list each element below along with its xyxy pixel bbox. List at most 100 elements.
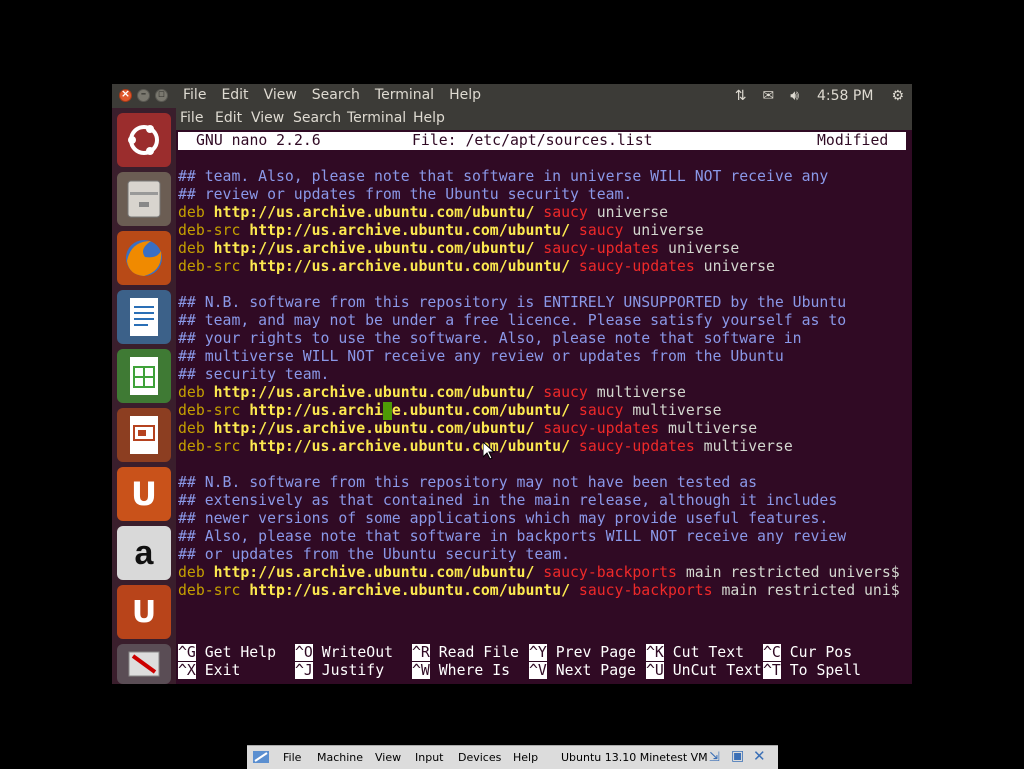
terminal-menu-edit[interactable]: Edit [215, 110, 242, 126]
vbox-menu-view[interactable]: View [375, 751, 401, 764]
source-line: deb http://us.archive.ubuntu.com/ubuntu/… [178, 420, 757, 438]
vm-screen: × – ▫ File Edit View Search Terminal Hel… [112, 84, 912, 684]
components: universe [632, 222, 704, 239]
terminal-view[interactable]: GNU nano 2.2.6 File: /etc/apt/sources.lis… [176, 130, 912, 684]
vbox-menu-machine[interactable]: Machine [317, 751, 363, 764]
shortcut-key: ^W [412, 662, 430, 679]
menu-view[interactable]: View [264, 87, 297, 103]
launcher-firefox[interactable] [117, 231, 171, 285]
source-line: deb-src http://us.archive.ubuntu.com/ubu… [178, 582, 900, 600]
virtualbox-menubar: File Machine View Input Devices Help Ubu… [247, 745, 778, 769]
distribution: saucy-updates [543, 420, 660, 437]
vbox-menu-file[interactable]: File [283, 751, 301, 764]
distribution: saucy-updates [578, 438, 695, 455]
source-line: deb http://us.archive.ubuntu.com/ubuntu/… [178, 384, 686, 402]
maximize-window-button[interactable]: ▫ [155, 87, 168, 102]
shortcut-label: Read File [438, 644, 519, 661]
repo-url: http://us.archive.ubuntu.com/ubuntu/ [213, 204, 535, 221]
ubuntu-one-music-icon: U [131, 594, 157, 630]
launcher-software-updater[interactable] [117, 644, 171, 684]
resize-icon[interactable]: ⇲ [709, 750, 720, 765]
ubuntu-one-icon: U [131, 475, 157, 513]
shortcut-exit[interactable]: ^X Exit [178, 662, 240, 680]
comment-line: ## Also, please note that software in ba… [178, 528, 847, 545]
shortcut-to-spell[interactable]: ^T To Spell [763, 662, 861, 680]
shortcut-key: ^Y [529, 644, 547, 661]
text-cursor [383, 402, 392, 420]
terminal-menu-help[interactable]: Help [413, 110, 445, 126]
menu-edit[interactable]: Edit [221, 87, 248, 103]
shortcut-writeout[interactable]: ^O WriteOut [295, 644, 393, 662]
shortcut-cut-text[interactable]: ^K Cut Text [646, 644, 744, 662]
vbox-menu-input[interactable]: Input [415, 751, 443, 764]
vbox-menu-devices[interactable]: Devices [458, 751, 501, 764]
distribution: saucy-updates [578, 258, 695, 275]
terminal-menu-search[interactable]: Search [293, 110, 341, 126]
comment-line: ## N.B. software from this repository ma… [178, 474, 758, 491]
components: main restricted uni$ [721, 582, 900, 599]
repo-url: http://us.archive.ubuntu.com/ubuntu/ [249, 438, 570, 455]
source-line: deb-src http://us.archive.ubuntu.com/ubu… [178, 222, 704, 240]
comment-line: ## multiverse WILL NOT receive any revie… [178, 348, 784, 365]
shortcut-uncut-text[interactable]: ^U UnCut Text [646, 662, 762, 680]
menu-terminal[interactable]: Terminal [375, 87, 434, 103]
volume-icon[interactable]: 🔊︎ [790, 88, 799, 104]
network-icon[interactable]: ⇅ [735, 88, 747, 104]
comment-line: ## team, and may not be under a free lic… [178, 312, 847, 329]
source-line: deb http://us.archive.ubuntu.com/ubuntu/… [178, 240, 739, 258]
deb-keyword: deb-src [178, 222, 241, 239]
launcher-impress[interactable] [117, 408, 171, 462]
distribution: saucy [543, 204, 588, 221]
launcher-ubuntu-one-music[interactable]: U [117, 585, 171, 639]
shortcut-where-is[interactable]: ^W Where Is [412, 662, 510, 680]
deb-keyword: deb-src [178, 258, 241, 275]
shortcut-label: Exit [204, 662, 241, 679]
shortcut-read-file[interactable]: ^R Read File [412, 644, 519, 662]
components: multiverse [668, 420, 758, 437]
deb-keyword: deb [178, 420, 205, 437]
distribution: saucy-backports [578, 582, 713, 599]
nano-title-bar: GNU nano 2.2.6 File: /etc/apt/sources.lis… [178, 132, 906, 150]
launcher-calc[interactable] [117, 349, 171, 403]
launcher-ubuntu-dash[interactable] [117, 113, 171, 167]
file-cabinet-icon [127, 180, 161, 218]
vbox-menu-help[interactable]: Help [513, 751, 538, 764]
repo-url: http://us.archive.ubuntu.com/ubuntu/ [249, 222, 570, 239]
amazon-icon: a [134, 533, 154, 572]
menu-file[interactable]: File [183, 87, 206, 103]
source-line: deb http://us.archive.ubuntu.com/ubuntu/… [178, 564, 900, 582]
distribution: saucy [578, 222, 624, 239]
terminal-menu-view[interactable]: View [251, 110, 284, 126]
close-window-button[interactable]: × [119, 87, 132, 102]
minimize-window-button[interactable]: – [137, 87, 150, 102]
launcher-amazon[interactable]: a [117, 526, 171, 580]
shortcut-key: ^G [178, 644, 196, 661]
vm-name: Ubuntu 13.10 Minetest VM [561, 751, 708, 764]
clock[interactable]: 4:58 PM [817, 88, 873, 104]
gear-icon[interactable]: ⚙ [891, 88, 904, 104]
shortcut-next-page[interactable]: ^V Next Page [529, 662, 636, 680]
terminal-menu-file[interactable]: File [180, 110, 203, 126]
components: main restricted univers$ [685, 564, 900, 581]
shortcut-cur-pos[interactable]: ^C Cur Pos [763, 644, 852, 662]
shortcut-get-help[interactable]: ^G Get Help [178, 644, 276, 662]
presentation-icon [130, 416, 158, 454]
display-icon[interactable]: ▣ [731, 748, 744, 764]
shortcut-prev-page[interactable]: ^Y Prev Page [529, 644, 636, 662]
launcher-files[interactable] [117, 172, 171, 226]
virtualbox-icon[interactable] [251, 749, 271, 765]
repo-url: http://us.archive.ubuntu.com/ubuntu/ [213, 420, 535, 437]
deb-keyword: deb-src [178, 582, 241, 599]
close-icon: × [120, 87, 131, 100]
close-vm-icon[interactable]: ✕ [753, 747, 766, 765]
shortcut-justify[interactable]: ^J Justify [295, 662, 384, 680]
distribution: saucy [543, 384, 588, 401]
launcher-ubuntu-one[interactable]: U [117, 467, 171, 521]
menu-help[interactable]: Help [449, 87, 481, 103]
mail-icon[interactable]: ✉ [762, 88, 774, 104]
shortcut-key: ^V [529, 662, 547, 679]
launcher-writer[interactable] [117, 290, 171, 344]
terminal-menu-terminal[interactable]: Terminal [347, 110, 406, 126]
menu-search[interactable]: Search [312, 87, 360, 103]
shortcut-label: To Spell [789, 662, 862, 679]
